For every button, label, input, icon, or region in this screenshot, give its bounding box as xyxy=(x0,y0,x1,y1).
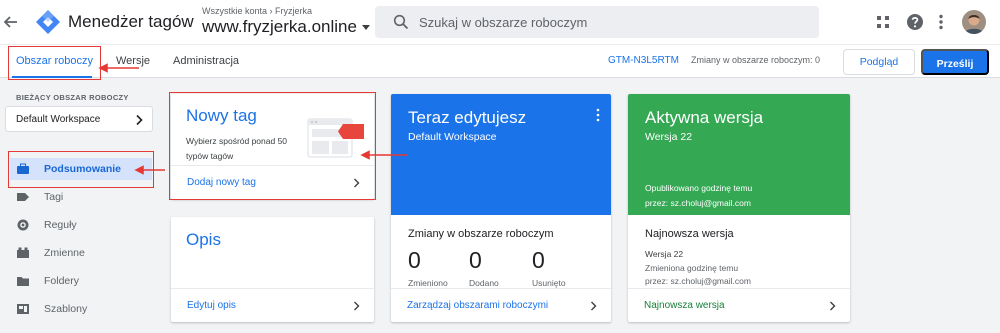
latest-version-author: przez: sz.choluj@gmail.com xyxy=(645,276,751,286)
manage-workspaces-link[interactable]: Zarządzaj obszarami roboczymi xyxy=(391,288,611,322)
stat-added: 0 Dodano xyxy=(469,247,529,288)
more-vert-icon[interactable] xyxy=(595,108,601,122)
sidebar-item-label: Reguły xyxy=(44,219,77,231)
live-version-number: Wersja 22 xyxy=(645,131,693,143)
workspace-name: Default Workspace xyxy=(16,114,101,125)
templates-icon xyxy=(17,304,29,314)
chevron-right-icon xyxy=(136,114,143,126)
tab-workspace[interactable]: Obszar roboczy xyxy=(16,45,93,78)
sidebar-item-label: Foldery xyxy=(44,275,80,287)
chevron-right-icon xyxy=(354,301,360,311)
workspace-selector[interactable]: Default Workspace xyxy=(5,106,153,132)
stat-value: 0 xyxy=(532,247,545,273)
gtm-logo-icon xyxy=(36,10,60,34)
sidebar-item-variables[interactable]: Zmienne xyxy=(10,242,152,264)
editing-title: Teraz edytujesz xyxy=(408,108,527,127)
new-tag-title: Nowy tag xyxy=(186,106,257,125)
search-icon xyxy=(393,14,409,30)
edit-description-link[interactable]: Edytuj opis xyxy=(171,288,374,322)
new-tag-description: Wybierz spośród ponad 50 typów tagów xyxy=(186,136,288,161)
sidebar-item-triggers[interactable]: Reguły xyxy=(10,214,152,236)
stat-value: 0 xyxy=(469,247,482,273)
sidebar-item-label: Podsumowanie xyxy=(44,163,122,175)
tab-bar: Obszar roboczy Wersje Administracja GTM-… xyxy=(0,44,1000,78)
description-title: Opis xyxy=(186,230,221,249)
sidebar-item-templates[interactable]: Szablony xyxy=(10,298,152,320)
breadcrumb[interactable]: Wszystkie konta › Fryzjerka xyxy=(202,6,312,16)
stat-label: Usunięto xyxy=(532,278,566,288)
briefcase-icon xyxy=(17,163,29,174)
submit-button[interactable]: Prześlij xyxy=(921,49,989,75)
add-new-tag-link[interactable]: Dodaj nowy tag xyxy=(171,165,374,199)
sidebar-item-label: Tagi xyxy=(44,191,64,203)
live-version-card: Aktywna wersja Wersja 22 Opublikowano go… xyxy=(628,94,850,322)
live-version-title: Aktywna wersja xyxy=(645,108,764,127)
trigger-icon xyxy=(17,219,29,231)
sidebar-item-label: Szablony xyxy=(44,303,88,315)
sidebar-item-overview[interactable]: Podsumowanie xyxy=(10,158,152,180)
add-new-tag-label: Dodaj nowy tag xyxy=(187,177,256,188)
editing-workspace-name: Default Workspace xyxy=(408,131,497,143)
tab-admin[interactable]: Administracja xyxy=(173,45,239,78)
active-tab-indicator xyxy=(12,76,92,78)
latest-version-changed: Zmieniona godzinę temu xyxy=(645,262,739,273)
tag-icon xyxy=(17,193,29,201)
stat-value: 0 xyxy=(408,247,421,273)
latest-version-info: Wersja 22 Zmieniona godzinę temu przez: … xyxy=(645,248,751,289)
latest-version-number: Wersja 22 xyxy=(645,249,684,259)
chevron-right-icon xyxy=(830,301,836,311)
stat-label: Dodano xyxy=(469,278,499,288)
workspace-changes-count: Zmiany w obszarze roboczym: 0 xyxy=(691,55,821,65)
sidebar-item-folders[interactable]: Foldery xyxy=(10,270,152,292)
tab-versions[interactable]: Wersje xyxy=(116,45,150,78)
latest-version-link-label: Najnowsza wersja xyxy=(644,300,725,311)
workspace-changes-title: Zmiany w obszarze roboczym xyxy=(408,228,554,240)
top-bar: Menedżer tagów Wszystkie konta › Fryzjer… xyxy=(0,0,1000,44)
tag-illustration-icon xyxy=(307,118,364,158)
description-card: Opis Edytuj opis xyxy=(171,217,374,322)
published-time: Opublikowano godzinę temu xyxy=(645,183,753,193)
new-tag-card[interactable]: Nowy tag Wybierz spośród ponad 50 typów … xyxy=(171,94,374,199)
workspace-card: Teraz edytujesz Default Workspace Zmiany… xyxy=(391,94,611,322)
chevron-right-icon xyxy=(354,178,360,188)
search-box xyxy=(375,6,819,38)
latest-version-title: Najnowsza wersja xyxy=(645,228,734,240)
container-name: www.fryzjerka.online xyxy=(202,17,357,36)
container-selector[interactable]: www.fryzjerka.online xyxy=(202,17,370,37)
app-title: Menedżer tagów xyxy=(68,12,194,31)
stat-label: Zmieniono xyxy=(408,278,448,288)
sidebar-item-label: Zmienne xyxy=(44,247,85,259)
more-vert-icon[interactable] xyxy=(931,12,951,32)
preview-button[interactable]: Podgląd xyxy=(843,49,915,75)
stat-deleted: 0 Usunięto xyxy=(532,247,592,288)
edit-description-label: Edytuj opis xyxy=(187,300,236,311)
search-input[interactable] xyxy=(419,6,809,38)
apps-grid-icon[interactable] xyxy=(873,12,893,32)
folder-icon xyxy=(17,277,29,286)
variables-icon xyxy=(17,247,29,258)
chevron-right-icon xyxy=(591,301,597,311)
published-by: przez: sz.choluj@gmail.com xyxy=(645,198,751,208)
current-workspace-label: BIEŻĄCY OBSZAR ROBOCZY xyxy=(16,93,129,102)
latest-version-link[interactable]: Najnowsza wersja xyxy=(628,288,850,322)
stat-modified: 0 Zmieniono xyxy=(408,247,468,288)
manage-workspaces-label: Zarządzaj obszarami roboczymi xyxy=(407,300,549,311)
sidebar-item-tags[interactable]: Tagi xyxy=(10,186,152,208)
help-icon[interactable] xyxy=(905,12,925,32)
live-version-header: Aktywna wersja Wersja 22 Opublikowano go… xyxy=(628,94,850,215)
published-info: Opublikowano godzinę temu przez: sz.chol… xyxy=(645,181,752,211)
container-id-link[interactable]: GTM-N3L5RTM xyxy=(608,55,679,66)
workspace-card-header: Teraz edytujesz Default Workspace xyxy=(391,94,611,215)
caret-down-icon xyxy=(361,24,370,30)
avatar[interactable] xyxy=(962,10,986,34)
back-arrow-icon[interactable] xyxy=(2,12,20,32)
